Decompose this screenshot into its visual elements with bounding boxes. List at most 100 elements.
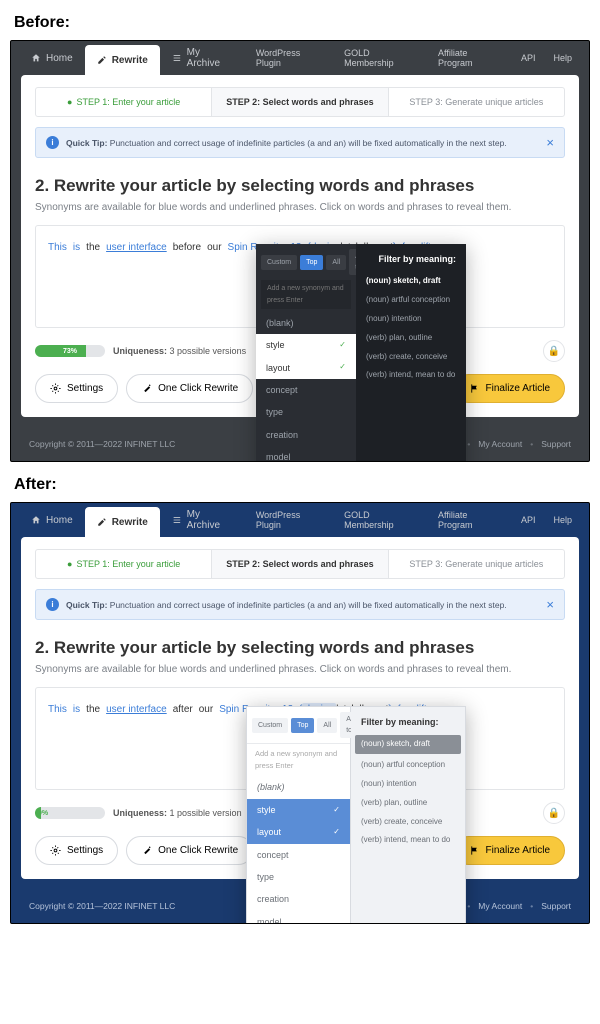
link-affiliate[interactable]: Affiliate Program — [429, 510, 512, 530]
link-gold[interactable]: GOLD Membership — [335, 48, 429, 68]
meaning[interactable]: (verb) plan, outline — [361, 794, 455, 813]
meaning[interactable]: (noun) artful conception — [366, 291, 456, 310]
opt[interactable]: type — [247, 866, 350, 888]
meaning[interactable]: (noun) intention — [361, 775, 455, 794]
opt[interactable]: model — [247, 911, 350, 924]
link-wp[interactable]: WordPress Plugin — [247, 48, 335, 68]
opt[interactable]: concept — [256, 379, 356, 401]
meaning[interactable]: (verb) create, conceive — [366, 348, 456, 367]
settings-button[interactable]: Settings — [35, 836, 118, 865]
tab-top[interactable]: Top — [291, 718, 314, 733]
main-panel: ●STEP 1: Enter your article STEP 2: Sele… — [21, 75, 579, 417]
meaning-filter: Filter by meaning: (noun) sketch, draft … — [356, 244, 466, 462]
finalize-button[interactable]: Finalize Article — [454, 836, 565, 865]
uniqueness-bar: 73% — [35, 345, 105, 357]
synonym-input[interactable]: Add a new synonym and press Enter — [247, 744, 350, 776]
step-2[interactable]: STEP 2: Select words and phrases — [211, 88, 388, 116]
link-account[interactable]: My Account — [478, 439, 522, 449]
link-wp[interactable]: WordPress Plugin — [247, 510, 335, 530]
nav-bar: Home Rewrite My Archive WordPress Plugin… — [11, 41, 589, 75]
step-3[interactable]: STEP 3: Generate unique articles — [389, 88, 564, 116]
quick-tip: i Quick Tip: Punctuation and correct usa… — [35, 127, 565, 158]
page-sub: Synonyms are available for blue words an… — [35, 202, 565, 213]
settings-button[interactable]: Settings — [35, 374, 118, 403]
tab-top[interactable]: Top — [300, 255, 323, 270]
page-heading: 2. Rewrite your article by selecting wor… — [35, 176, 565, 196]
meaning[interactable]: (verb) intend, mean to do — [361, 831, 455, 850]
page-heading: 2. Rewrite your article by selecting wor… — [35, 638, 565, 658]
meaning[interactable]: (verb) create, conceive — [361, 813, 455, 832]
editor-area[interactable]: This is the user interface after our Spi… — [35, 687, 565, 790]
opt[interactable]: type — [256, 401, 356, 423]
meaning[interactable]: (noun) artful conception — [361, 756, 455, 775]
lock-icon[interactable]: 🔒 — [543, 802, 565, 824]
link-support[interactable]: Support — [541, 901, 571, 911]
lock-icon[interactable]: 🔒 — [543, 340, 565, 362]
link-help[interactable]: Help — [544, 515, 581, 525]
nav-links: WordPress Plugin GOLD Membership Affilia… — [247, 41, 581, 75]
step-1[interactable]: ●STEP 1: Enter your article — [36, 550, 211, 578]
opt-style[interactable]: style✓ — [247, 799, 350, 821]
home-icon — [31, 53, 41, 63]
list-icon — [172, 515, 182, 525]
gear-icon — [50, 383, 61, 394]
quick-tip: i Quick Tip: Punctuation and correct usa… — [35, 589, 565, 620]
meaning[interactable]: (verb) intend, mean to do — [366, 366, 456, 385]
opt[interactable]: creation — [247, 888, 350, 910]
tab-archive[interactable]: My Archive — [160, 41, 247, 75]
link-account[interactable]: My Account — [478, 901, 522, 911]
editor-area[interactable]: This is the user interface before our Sp… — [35, 225, 565, 328]
tab-custom[interactable]: Custom — [252, 718, 288, 733]
meaning[interactable]: (verb) plan, outline — [366, 329, 456, 348]
meaning[interactable]: (noun) sketch, draft — [355, 735, 461, 754]
tab-rewrite[interactable]: Rewrite — [85, 45, 160, 75]
step-3[interactable]: STEP 3: Generate unique articles — [389, 550, 564, 578]
opt[interactable]: creation — [256, 424, 356, 446]
opt-blank[interactable]: (blank) — [256, 312, 356, 334]
phrase-ui[interactable]: user interface — [106, 242, 167, 253]
wand-icon — [141, 383, 152, 394]
info-icon: i — [46, 136, 59, 149]
tab-all[interactable]: All — [326, 255, 346, 270]
step-2[interactable]: STEP 2: Select words and phrases — [211, 550, 388, 578]
tab-archive[interactable]: My Archive — [160, 503, 247, 537]
opt[interactable]: model — [256, 446, 356, 462]
link-api[interactable]: API — [512, 53, 545, 63]
finalize-button[interactable]: Finalize Article — [454, 374, 565, 403]
flag-icon — [469, 383, 480, 394]
synonym-input[interactable]: Add a new synonym and press Enter — [261, 280, 351, 308]
wand-icon — [141, 845, 152, 856]
link-help[interactable]: Help — [544, 53, 581, 63]
uniqueness-bar: 0% — [35, 807, 105, 819]
meaning[interactable]: (noun) sketch, draft — [366, 272, 456, 291]
main-panel: ●STEP 1: Enter your article STEP 2: Sele… — [21, 537, 579, 879]
oneclick-button[interactable]: One Click Rewrite — [126, 374, 253, 403]
tab-custom[interactable]: Custom — [261, 255, 297, 270]
opt-style[interactable]: style✓ — [256, 334, 356, 356]
tab-rewrite[interactable]: Rewrite — [85, 507, 160, 537]
opt-blank[interactable]: (blank) — [247, 776, 350, 798]
link-gold[interactable]: GOLD Membership — [335, 510, 429, 530]
meaning[interactable]: (noun) intention — [366, 310, 456, 329]
close-tip[interactable]: × — [546, 597, 554, 612]
link-affiliate[interactable]: Affiliate Program — [429, 48, 512, 68]
opt-layout[interactable]: layout✓ — [247, 821, 350, 843]
tab-home[interactable]: Home — [19, 503, 85, 537]
step-1[interactable]: ●STEP 1: Enter your article — [36, 88, 211, 116]
after-label: After: — [14, 476, 590, 494]
tab-all[interactable]: All — [317, 718, 337, 733]
before-label: Before: — [14, 14, 590, 32]
flag-icon — [469, 845, 480, 856]
phrase-ui[interactable]: user interface — [106, 704, 167, 715]
link-api[interactable]: API — [512, 515, 545, 525]
gear-icon — [50, 845, 61, 856]
oneclick-button[interactable]: One Click Rewrite — [126, 836, 253, 865]
link-support[interactable]: Support — [541, 439, 571, 449]
opt-layout[interactable]: layout✓ — [256, 357, 356, 379]
tab-home[interactable]: Home — [19, 41, 85, 75]
nav-bar: Home Rewrite My Archive WordPress Plugin… — [11, 503, 589, 537]
page-sub: Synonyms are available for blue words an… — [35, 664, 565, 675]
close-tip[interactable]: × — [546, 135, 554, 150]
step-indicator: ●STEP 1: Enter your article STEP 2: Sele… — [35, 549, 565, 579]
opt[interactable]: concept — [247, 844, 350, 866]
